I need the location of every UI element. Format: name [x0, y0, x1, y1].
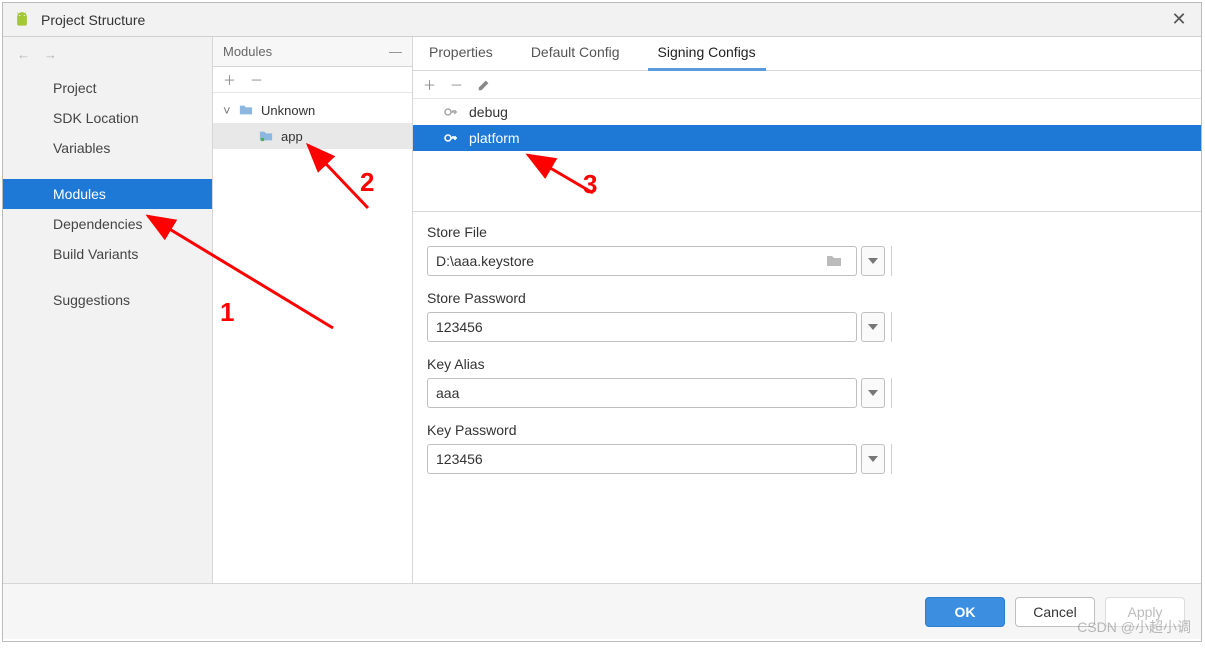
store-file-dropdown[interactable] [861, 246, 885, 276]
nav-back-icon[interactable]: ← [17, 47, 30, 55]
add-module-icon[interactable]: ＋ [223, 70, 236, 89]
tree-root-unknown[interactable]: ˅ Unknown [213, 97, 412, 123]
nav-forward-icon[interactable]: → [44, 47, 57, 55]
tree-root-label: Unknown [261, 103, 315, 118]
nav-item-sdk-location[interactable]: SDK Location [3, 103, 212, 133]
signing-form: Store File D:\aaa.keystore [413, 211, 1201, 500]
nav-item-project[interactable]: Project [3, 73, 212, 103]
config-row-debug[interactable]: debug [413, 99, 1201, 125]
store-file-value: D:\aaa.keystore [436, 253, 826, 269]
key-password-dropdown[interactable] [861, 444, 885, 474]
window-title: Project Structure [41, 12, 1167, 28]
collapse-icon[interactable]: — [389, 44, 402, 59]
config-row-platform[interactable]: platform [413, 125, 1201, 151]
left-nav: ← → Project SDK Location Variables Modul… [3, 37, 213, 583]
key-password-label: Key Password [427, 422, 1187, 438]
watermark: CSDN @小超小调 [1077, 617, 1191, 637]
edit-config-icon[interactable] [477, 78, 491, 92]
android-icon [13, 11, 31, 29]
key-alias-label: Key Alias [427, 356, 1187, 372]
store-file-reset[interactable] [891, 246, 897, 276]
store-file-input[interactable]: D:\aaa.keystore [427, 246, 857, 276]
key-icon [443, 104, 459, 120]
chevron-down-icon: ˅ [223, 103, 235, 118]
tab-bar: Properties Default Config Signing Config… [413, 37, 1201, 71]
dialog-footer: OK Cancel Apply [3, 583, 1201, 639]
key-alias-dropdown[interactable] [861, 378, 885, 408]
store-password-value: 123456 [436, 319, 848, 335]
config-label: platform [469, 130, 520, 146]
modules-header-label: Modules [223, 44, 272, 59]
module-tree: ˅ Unknown app [213, 93, 412, 149]
modules-column: Modules — ＋ － ˅ Unknown app [213, 37, 413, 583]
nav-item-variables[interactable]: Variables [3, 133, 212, 163]
key-password-value: 123456 [436, 451, 848, 467]
main-column: Properties Default Config Signing Config… [413, 37, 1201, 583]
config-label: debug [469, 104, 508, 120]
key-alias-reset[interactable] [891, 378, 897, 408]
store-password-dropdown[interactable] [861, 312, 885, 342]
tab-signing-configs[interactable]: Signing Configs [648, 38, 766, 71]
key-icon [443, 130, 459, 146]
folder-icon [239, 103, 253, 117]
ok-button[interactable]: OK [925, 597, 1005, 627]
key-alias-input[interactable]: aaa [427, 378, 857, 408]
titlebar: Project Structure ✕ [3, 3, 1201, 37]
close-button[interactable]: ✕ [1167, 9, 1191, 30]
nav-item-suggestions[interactable]: Suggestions [3, 285, 212, 315]
nav-item-modules[interactable]: Modules [3, 179, 212, 209]
tab-properties[interactable]: Properties [419, 38, 503, 71]
tree-item-app[interactable]: app [213, 123, 412, 149]
store-password-label: Store Password [427, 290, 1187, 306]
store-password-input[interactable]: 123456 [427, 312, 857, 342]
key-password-input[interactable]: 123456 [427, 444, 857, 474]
remove-config-icon[interactable]: － [450, 75, 463, 94]
key-password-reset[interactable] [891, 444, 897, 474]
browse-folder-icon[interactable] [826, 254, 848, 268]
nav-item-build-variants[interactable]: Build Variants [3, 239, 212, 269]
store-password-reset[interactable] [891, 312, 897, 342]
module-folder-icon [259, 129, 273, 143]
add-config-icon[interactable]: ＋ [423, 75, 436, 94]
nav-item-dependencies[interactable]: Dependencies [3, 209, 212, 239]
store-file-label: Store File [427, 224, 1187, 240]
tree-item-label: app [281, 129, 303, 144]
tab-default-config[interactable]: Default Config [521, 38, 630, 71]
remove-module-icon[interactable]: － [250, 70, 263, 89]
key-alias-value: aaa [436, 385, 848, 401]
signing-config-list: debug platform [413, 99, 1201, 151]
